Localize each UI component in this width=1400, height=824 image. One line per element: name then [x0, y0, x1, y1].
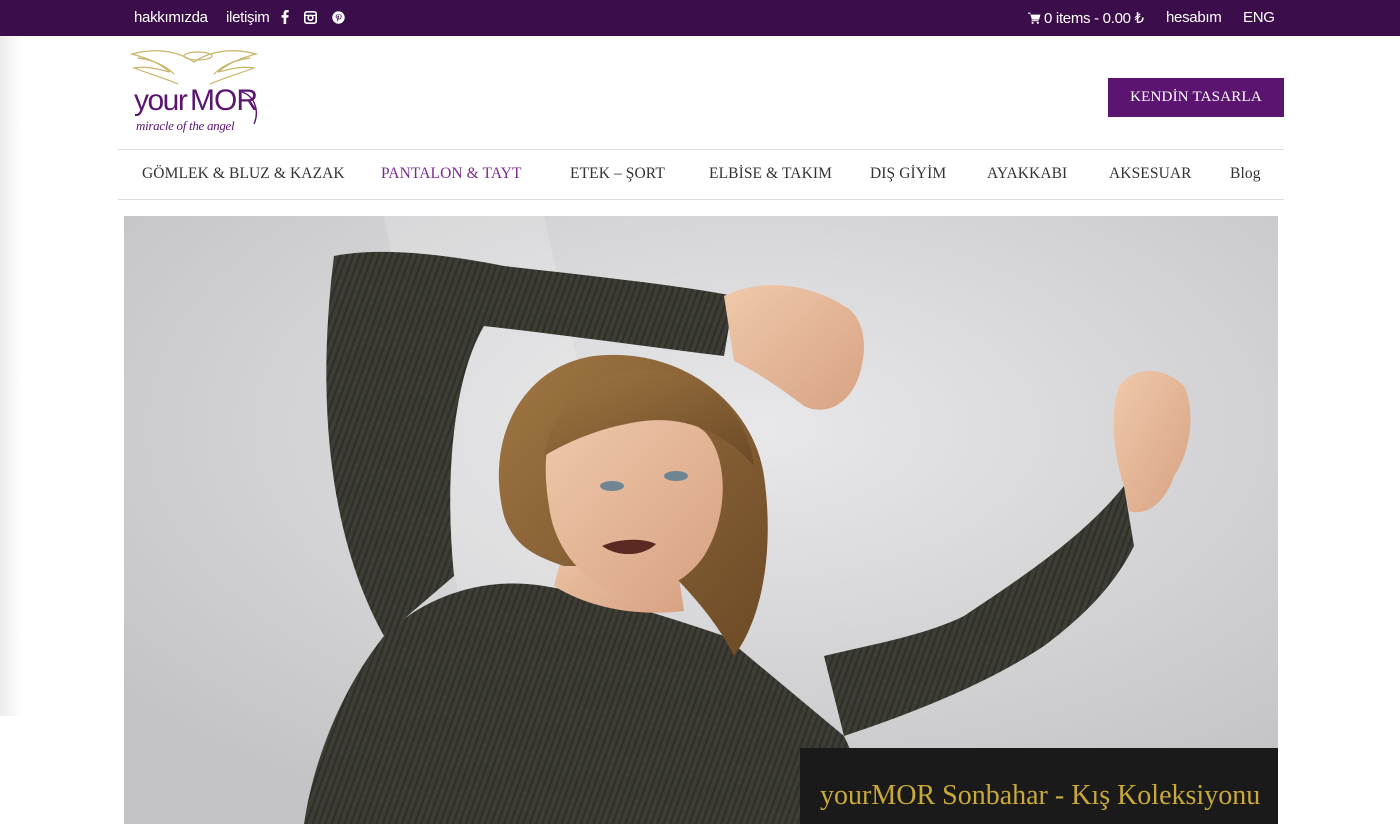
- hero-caption: yourMOR Sonbahar - Kış Koleksiyonu: [820, 780, 1261, 811]
- main-nav: GÖMLEK & BLUZ & KAZAK PANTALON & TAYT ET…: [118, 149, 1284, 200]
- page-side-shadow: [0, 36, 22, 716]
- language-switch[interactable]: ENG: [1243, 9, 1275, 26]
- nav-item-outerwear[interactable]: DIŞ GİYİM: [870, 165, 946, 183]
- cart-link[interactable]: 0 items - 0.00 ₺: [1028, 9, 1144, 28]
- nav-item-pants[interactable]: PANTALON & TAYT: [381, 165, 522, 183]
- hero-caption-box: yourMOR Sonbahar - Kış Koleksiyonu: [800, 748, 1278, 824]
- nav-item-shirts[interactable]: GÖMLEK & BLUZ & KAZAK: [142, 165, 345, 183]
- facebook-icon[interactable]: [278, 9, 292, 25]
- contact-link[interactable]: iletişim: [226, 9, 270, 26]
- nav-item-shoes[interactable]: AYAKKABI: [987, 165, 1067, 183]
- nav-item-dresses[interactable]: ELBİSE & TAKIM: [709, 165, 832, 183]
- account-link[interactable]: hesabım: [1166, 9, 1222, 26]
- svg-text:miracle of the angel: miracle of the angel: [136, 118, 235, 133]
- about-link[interactable]: hakkımızda: [134, 9, 208, 26]
- nav-item-accessories[interactable]: AKSESUAR: [1109, 165, 1192, 183]
- hero-model-photo: [124, 216, 1278, 824]
- brand-logo[interactable]: your MOR miracle of the angel: [124, 44, 264, 136]
- hero-slide-image[interactable]: [124, 216, 1278, 824]
- pinterest-icon[interactable]: [331, 9, 345, 25]
- nav-item-skirts[interactable]: ETEK – ŞORT: [570, 165, 665, 183]
- instagram-icon[interactable]: [303, 9, 317, 25]
- design-yourself-button[interactable]: KENDİN TASARLA: [1108, 78, 1284, 117]
- top-bar: hakkımızda iletişim 0 items - 0.00 ₺ hes…: [0, 0, 1400, 36]
- cart-summary: 0 items - 0.00 ₺: [1044, 10, 1144, 27]
- svg-text:MOR: MOR: [190, 84, 257, 117]
- svg-text:your: your: [134, 84, 188, 117]
- cart-icon: [1028, 11, 1041, 28]
- nav-item-blog[interactable]: Blog: [1230, 165, 1261, 183]
